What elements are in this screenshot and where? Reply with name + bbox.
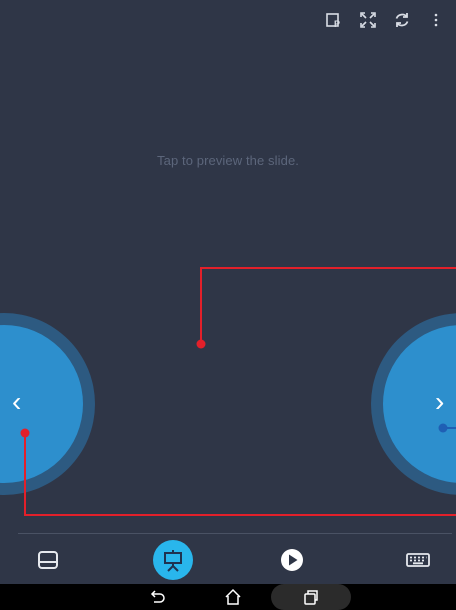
svg-text:P: P <box>334 19 340 29</box>
play-button[interactable] <box>272 540 312 580</box>
presentation-button[interactable] <box>153 540 193 580</box>
presentation-icon <box>164 550 182 572</box>
refresh-icon[interactable] <box>392 10 412 30</box>
top-toolbar: P <box>324 10 446 30</box>
play-icon <box>281 549 303 571</box>
home-icon <box>225 588 241 605</box>
touchpad-button[interactable] <box>28 540 68 580</box>
presenter-view-icon[interactable]: P <box>324 10 344 30</box>
recent-apps-icon <box>304 590 318 605</box>
system-navigation-bar <box>0 584 456 610</box>
more-options-icon[interactable] <box>426 10 446 30</box>
back-button[interactable] <box>137 586 177 608</box>
recent-apps-button[interactable] <box>291 586 331 608</box>
chevron-right-icon: › <box>435 386 445 417</box>
chevron-left-icon: ‹ <box>12 386 22 417</box>
bottom-toolbar <box>0 534 456 584</box>
keyboard-button[interactable] <box>398 540 438 580</box>
keyboard-icon <box>406 553 430 567</box>
home-button[interactable] <box>213 586 253 608</box>
slide-preview-area[interactable]: P Tap to preview the slide. ‹ › <box>0 0 456 532</box>
back-icon <box>150 590 165 603</box>
touchpad-icon <box>38 551 58 569</box>
preview-hint-text: Tap to preview the slide. <box>157 153 299 168</box>
next-slide-circle-inner[interactable] <box>383 325 456 483</box>
callout-dot-slide <box>196 339 206 349</box>
fullscreen-icon[interactable] <box>358 10 378 30</box>
